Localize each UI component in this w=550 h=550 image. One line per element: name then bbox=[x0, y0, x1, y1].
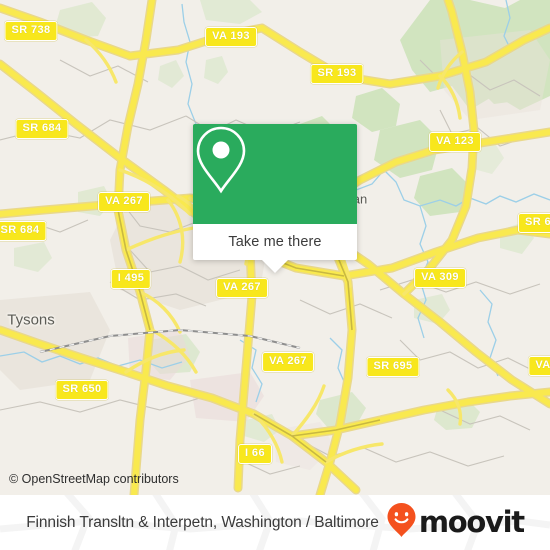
location-title: Finnish Transltn & Interpetn, Washington… bbox=[26, 513, 379, 531]
moovit-smiley-pin-icon bbox=[386, 502, 417, 543]
callout-action-area[interactable]: Take me there bbox=[193, 224, 357, 260]
place-label-tysons: Tysons bbox=[7, 311, 55, 329]
road-shield[interactable]: I 66 bbox=[238, 444, 272, 464]
map-canvas[interactable]: SR 738 VA 193 SR 193 SR 684 VA 123 VA 26… bbox=[0, 0, 550, 495]
osm-attribution[interactable]: © OpenStreetMap contributors bbox=[9, 472, 179, 486]
take-me-there-label: Take me there bbox=[228, 234, 322, 250]
road-shield[interactable]: SR 738 bbox=[4, 21, 58, 41]
road-shield[interactable]: VA bbox=[528, 356, 550, 376]
footer-bar: Finnish Transltn & Interpetn, Washington… bbox=[0, 495, 550, 550]
callout-marker-area bbox=[193, 124, 357, 224]
road-shield[interactable]: VA 123 bbox=[429, 132, 481, 152]
road-shield[interactable]: SR 650 bbox=[55, 380, 109, 400]
road-shield[interactable]: VA 193 bbox=[205, 27, 257, 47]
callout-pointer bbox=[262, 260, 288, 273]
moovit-brand[interactable]: moovit bbox=[386, 502, 525, 543]
road-shield[interactable]: VA 267 bbox=[98, 192, 150, 212]
moovit-map-screenshot: SR 738 VA 193 SR 193 SR 684 VA 123 VA 26… bbox=[0, 0, 550, 550]
location-callout-card[interactable]: Take me there bbox=[193, 124, 357, 273]
road-shield[interactable]: SR 684 bbox=[15, 119, 69, 139]
moovit-wordmark: moovit bbox=[418, 505, 525, 539]
road-shield[interactable]: SR 193 bbox=[310, 64, 364, 84]
footer-content: Finnish Transltn & Interpetn, Washington… bbox=[26, 502, 525, 543]
road-shield[interactable]: SR 6 bbox=[517, 213, 550, 233]
road-shield[interactable]: I 495 bbox=[110, 269, 152, 289]
road-shield[interactable]: SR 695 bbox=[366, 357, 420, 377]
road-shield[interactable]: SR 684 bbox=[0, 221, 47, 241]
road-shield[interactable]: VA 267 bbox=[262, 352, 314, 372]
road-shield[interactable]: VA 267 bbox=[216, 278, 268, 298]
road-shield[interactable]: VA 309 bbox=[414, 268, 466, 288]
